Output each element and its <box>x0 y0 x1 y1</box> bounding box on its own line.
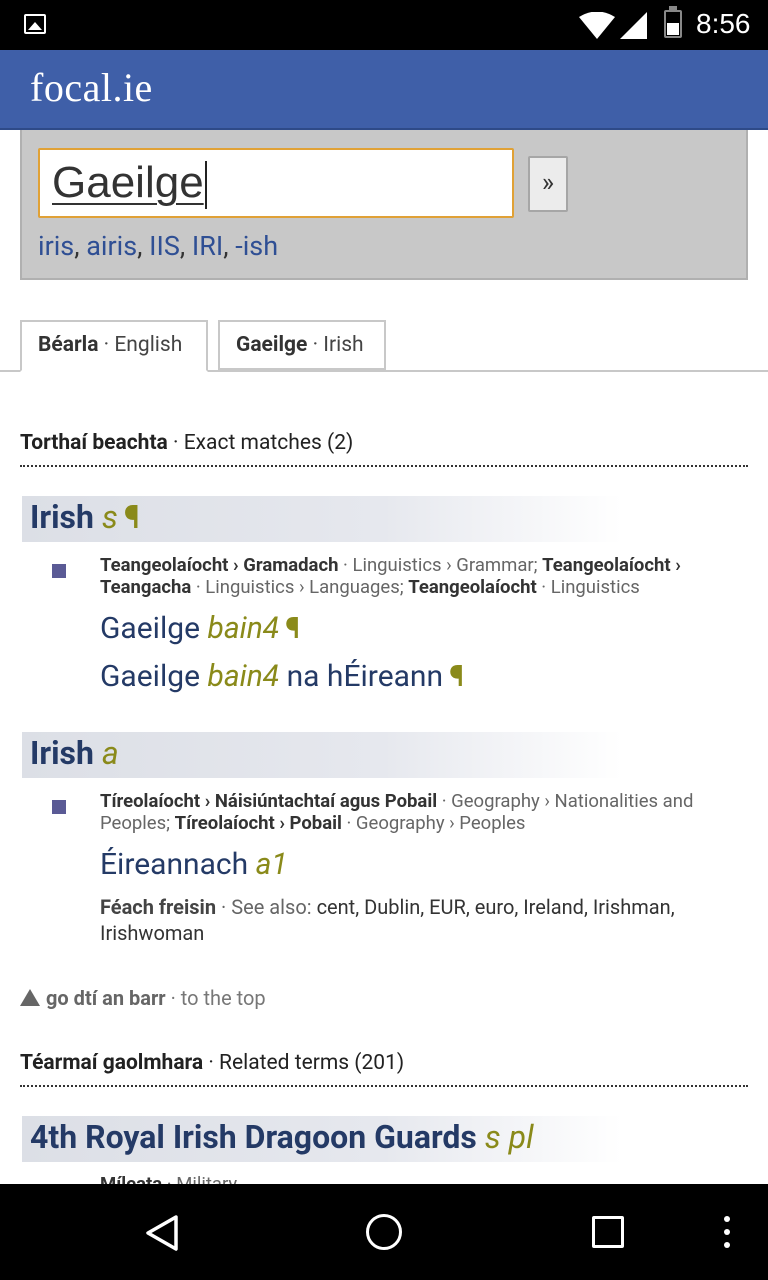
domain-list: Teangeolaíocht › Gramadach · Linguistics… <box>100 554 681 598</box>
tab-english[interactable]: Béarla · English <box>20 320 208 372</box>
translation[interactable]: Gaeilge bain4 na hÉireann ¶ <box>100 659 464 694</box>
search-input-value: Gaeilge <box>52 158 204 207</box>
search-input[interactable]: Gaeilge <box>38 148 514 218</box>
term-word[interactable]: Irish s ¶ <box>30 498 140 536</box>
domain-list: Tíreolaíocht › Náisiúntachtaí agus Pobai… <box>100 790 694 834</box>
term-header: Irish s ¶ <box>22 496 622 542</box>
exact-matches-heading: Torthaí beachta · Exact matches (2) <box>20 431 748 467</box>
term-header: Irish a <box>22 732 622 778</box>
part-of-speech: bain4 <box>207 611 280 646</box>
pilcrow-icon[interactable]: ¶ <box>124 498 140 536</box>
part-of-speech: s <box>101 498 118 536</box>
overflow-menu-icon[interactable] <box>724 1216 732 1250</box>
part-of-speech: a1 <box>255 847 288 882</box>
system-nav-bar <box>0 1184 768 1280</box>
term-header: 4th Royal Irish Dragoon Guards s pl <box>22 1116 622 1162</box>
suggestion-link[interactable]: iris <box>38 230 74 262</box>
recent-apps-icon[interactable] <box>592 1216 624 1248</box>
domain-list: Míleata · Military <box>100 1173 238 1184</box>
part-of-speech: a <box>101 734 119 772</box>
heading-english: Related terms (201) <box>219 1051 405 1075</box>
signal-icon <box>620 12 647 39</box>
status-bar: 8:56 <box>0 0 768 50</box>
focal-logo[interactable]: focal.ie <box>30 64 153 111</box>
translation[interactable]: Éireannach a1 <box>100 847 288 882</box>
heading-irish: Torthaí beachta <box>20 431 168 455</box>
translation[interactable]: Gaeilge bain4 ¶ <box>100 611 300 646</box>
part-of-speech: s pl <box>484 1118 534 1156</box>
image-notification-icon <box>24 14 46 34</box>
back-icon[interactable] <box>144 1214 180 1252</box>
tab-label: English <box>114 333 183 357</box>
term-word[interactable]: Irish a <box>30 734 119 772</box>
heading-irish: Téarmaí gaolmhara <box>20 1051 204 1075</box>
related-terms-heading: Téarmaí gaolmhara · Related terms (201) <box>20 1051 748 1087</box>
part-of-speech: bain4 <box>207 659 280 694</box>
wifi-icon <box>579 12 615 39</box>
app-header: focal.ie <box>0 50 768 130</box>
heading-english: Exact matches (2) <box>183 431 354 455</box>
battery-icon <box>664 6 682 38</box>
home-icon[interactable] <box>366 1214 402 1250</box>
domain-bullet <box>52 800 66 814</box>
suggestion-link[interactable]: airis <box>86 230 137 262</box>
status-clock: 8:56 <box>696 8 751 39</box>
suggestion-link[interactable]: IRI <box>192 230 223 262</box>
text-caret <box>204 161 207 210</box>
to-top-link[interactable]: go dtí an barr · to the top <box>20 986 266 1010</box>
term-word[interactable]: 4th Royal Irish Dragoon Guards s pl <box>30 1118 534 1156</box>
search-panel: Gaeilge » iris, airis, IIS, IRI, -ish <box>20 130 748 280</box>
pilcrow-icon[interactable]: ¶ <box>285 611 300 646</box>
search-go-button[interactable]: » <box>528 156 568 212</box>
tab-label: Irish <box>323 333 364 357</box>
tab-irish[interactable]: Gaeilge · Irish <box>218 320 386 370</box>
suggestion-link[interactable]: IIS <box>149 230 180 262</box>
language-tabs: Béarla · English Gaeilge · Irish <box>0 320 768 372</box>
tab-label-bold: Gaeilge <box>236 333 308 357</box>
tab-label-bold: Béarla <box>38 333 99 357</box>
suggestion-link[interactable]: -ish <box>235 230 278 262</box>
up-triangle-icon <box>20 989 40 1006</box>
pilcrow-icon[interactable]: ¶ <box>449 659 464 694</box>
see-also: Féach freisin · See also: cent, Dublin, … <box>100 895 675 945</box>
domain-bullet <box>52 564 66 578</box>
spelling-suggestions: iris, airis, IIS, IRI, -ish <box>38 230 279 262</box>
